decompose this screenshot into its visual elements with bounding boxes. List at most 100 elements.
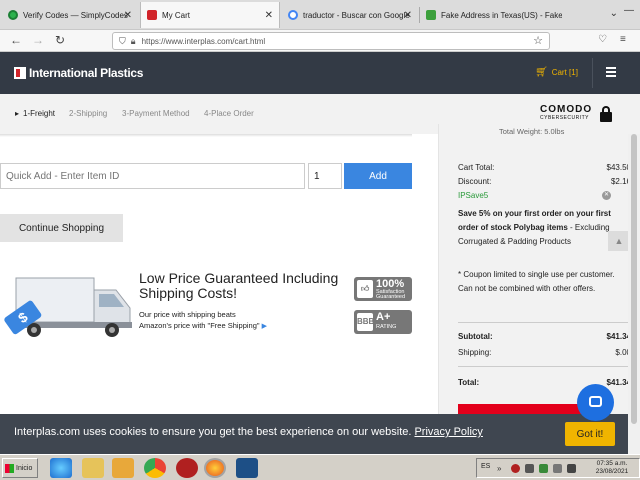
tab-label: Fake Address in Texas(US) - Fake (441, 10, 562, 20)
shopping-cart-icon: 🛒︎ (535, 67, 548, 78)
site-logo[interactable]: International Plastics (14, 66, 143, 80)
forward-arrow-icon[interactable]: → (32, 33, 44, 47)
tray-arrow-icon[interactable]: » (497, 464, 506, 473)
url-text: https://www.interplas.com/cart.html (141, 36, 266, 46)
menu-icon[interactable]: ≡ (620, 34, 626, 45)
pocket-icon[interactable]: ♡ (598, 34, 607, 45)
file-explorer-icon[interactable] (82, 458, 104, 478)
fake-address-favicon-icon (426, 10, 436, 20)
chevron-down-icon[interactable]: ⌄ (610, 8, 618, 19)
chrome-icon[interactable] (144, 458, 166, 478)
back-arrow-icon[interactable]: ← (10, 33, 22, 47)
step-freight[interactable]: 1-Freight (15, 109, 55, 118)
add-button[interactable]: Add (344, 163, 412, 189)
play-arrow-icon[interactable]: ▶ (262, 323, 267, 330)
close-icon[interactable]: ✕ (124, 10, 132, 21)
coupon-code: IPSave5 (458, 191, 489, 200)
page-scrollbar[interactable] (628, 134, 640, 454)
address-bar[interactable]: ⛉ 🔒︎ https://www.interplas.com/cart.html… (112, 32, 550, 50)
clock-date: 23/08/2021 (595, 468, 629, 475)
scrollbar-thumb[interactable] (631, 134, 637, 424)
internet-explorer-icon[interactable] (50, 458, 72, 478)
price-guarantee-promo: $ Low Price Guaranteed Including Shippin… (0, 266, 420, 346)
volume-icon[interactable] (567, 464, 576, 473)
system-tray: ES » 07:35 a.m. 23/08/2021 (476, 458, 640, 478)
step-place-order[interactable]: 4-Place Order (204, 109, 254, 118)
thumbs-up-icon: 👍︎ (357, 280, 373, 298)
total-label: Total: (458, 378, 480, 387)
coupon-offer-text: Save 5% on your first order on your firs… (458, 209, 611, 246)
bbb-icon: BBB (357, 313, 374, 331)
got-it-button[interactable]: Got it! (565, 422, 615, 446)
cookie-message: Interplas.com uses cookies to ensure you… (14, 426, 412, 438)
vpn-shield-icon[interactable] (236, 458, 258, 478)
bbb-rating-badge: BBB A+ RATING (354, 310, 412, 334)
badge-satisfaction-text: Satisfaction Guaranteed (376, 289, 406, 300)
minimize-icon[interactable]: — (624, 5, 634, 16)
logo-mark-icon (14, 67, 26, 79)
google-favicon-icon (288, 10, 298, 20)
logo-text: International Plastics (29, 66, 144, 80)
step-payment-method[interactable]: 3-Payment Method (122, 109, 190, 118)
scroll-to-top-icon[interactable]: ▲ (608, 231, 630, 251)
tab-my-cart[interactable]: My Cart ✕ (140, 2, 280, 28)
delivery-truck-icon: $ (4, 277, 132, 337)
language-indicator[interactable]: ES (481, 463, 490, 470)
header-divider (592, 58, 593, 88)
close-icon[interactable]: ✕ (404, 10, 412, 21)
tray-network-icon[interactable] (525, 464, 534, 473)
tab-label: traductor - Buscar con Google (303, 10, 410, 20)
remove-coupon-icon[interactable]: ✕ (602, 191, 611, 200)
comodo-title: COMODO (540, 104, 593, 115)
clock[interactable]: 07:35 a.m. 23/08/2021 (587, 460, 637, 476)
simplycodes-favicon-icon (8, 10, 18, 20)
close-icon[interactable]: ✕ (265, 10, 273, 21)
promo-sub-line-2: Amazon's price with "Free Shipping" (139, 321, 260, 330)
start-button[interactable]: Inicio (2, 458, 38, 478)
lock-icon[interactable]: 🔒︎ (131, 36, 136, 47)
summary-divider (458, 366, 631, 367)
padlock-icon (600, 106, 612, 122)
shield-icon[interactable]: ⛉ (119, 36, 126, 47)
tab-verify-codes[interactable]: Verify Codes — SimplyCodes ✕ (2, 2, 138, 28)
privacy-policy-link[interactable]: Privacy Policy (414, 426, 482, 438)
app-icon[interactable] (176, 458, 198, 478)
shipping-label: Shipping: (458, 348, 492, 357)
clock-time: 07:35 a.m. (596, 460, 628, 467)
tab-fake-address[interactable]: Fake Address in Texas(US) - Fake (420, 2, 562, 28)
tab-label: My Cart (162, 10, 190, 20)
cart-link[interactable]: 🛒︎ Cart [1] (535, 67, 578, 78)
tab-traductor[interactable]: traductor - Buscar con Google ✕ (282, 2, 418, 28)
badge-rating-text: RATING (376, 324, 397, 330)
chat-bubble-icon (589, 396, 602, 407)
quantity-input[interactable] (308, 163, 342, 189)
media-player-icon[interactable] (112, 458, 134, 478)
tray-app-icon[interactable] (511, 464, 520, 473)
chat-button[interactable] (577, 384, 614, 421)
cart-label: Cart [1] (551, 68, 578, 77)
tray-device-icon[interactable] (553, 464, 562, 473)
hamburger-menu-icon[interactable] (606, 67, 616, 79)
promo-headline: Low Price Guaranteed Including Shipping … (139, 270, 339, 301)
firefox-icon[interactable] (204, 458, 226, 478)
order-summary: Total Weight: 5.0lbs Cart Total: $43.50 … (438, 124, 640, 414)
reload-icon[interactable]: ↻ (55, 33, 65, 47)
satisfaction-badge: 👍︎ 100% Satisfaction Guaranteed (354, 277, 412, 301)
discount-label: Discount: (458, 177, 492, 186)
cookie-banner: Interplas.com uses cookies to ensure you… (0, 414, 628, 454)
promo-sub-line-1: Our price with shipping beats (139, 310, 236, 319)
tray-security-icon[interactable] (539, 464, 548, 473)
cookie-text: Interplas.com uses cookies to ensure you… (14, 426, 483, 438)
browser-nav-bar: ← → ↻ ⛉ 🔒︎ https://www.interplas.com/car… (0, 30, 640, 52)
total-weight: Total Weight: 5.0lbs (499, 127, 565, 136)
quick-add-input[interactable] (0, 163, 305, 189)
continue-shopping-button[interactable]: Continue Shopping (0, 214, 123, 242)
start-label: Inicio (16, 464, 33, 472)
summary-divider (458, 322, 631, 323)
bookmark-star-icon[interactable]: ☆ (533, 34, 543, 47)
content-shadow (0, 134, 412, 137)
browser-tab-bar: Verify Codes — SimplyCodes ✕ My Cart ✕ t… (0, 0, 640, 30)
site-header: International Plastics 🛒︎ Cart [1] (0, 52, 640, 94)
windows-logo-icon (5, 463, 14, 473)
step-shipping[interactable]: 2-Shipping (69, 109, 107, 118)
